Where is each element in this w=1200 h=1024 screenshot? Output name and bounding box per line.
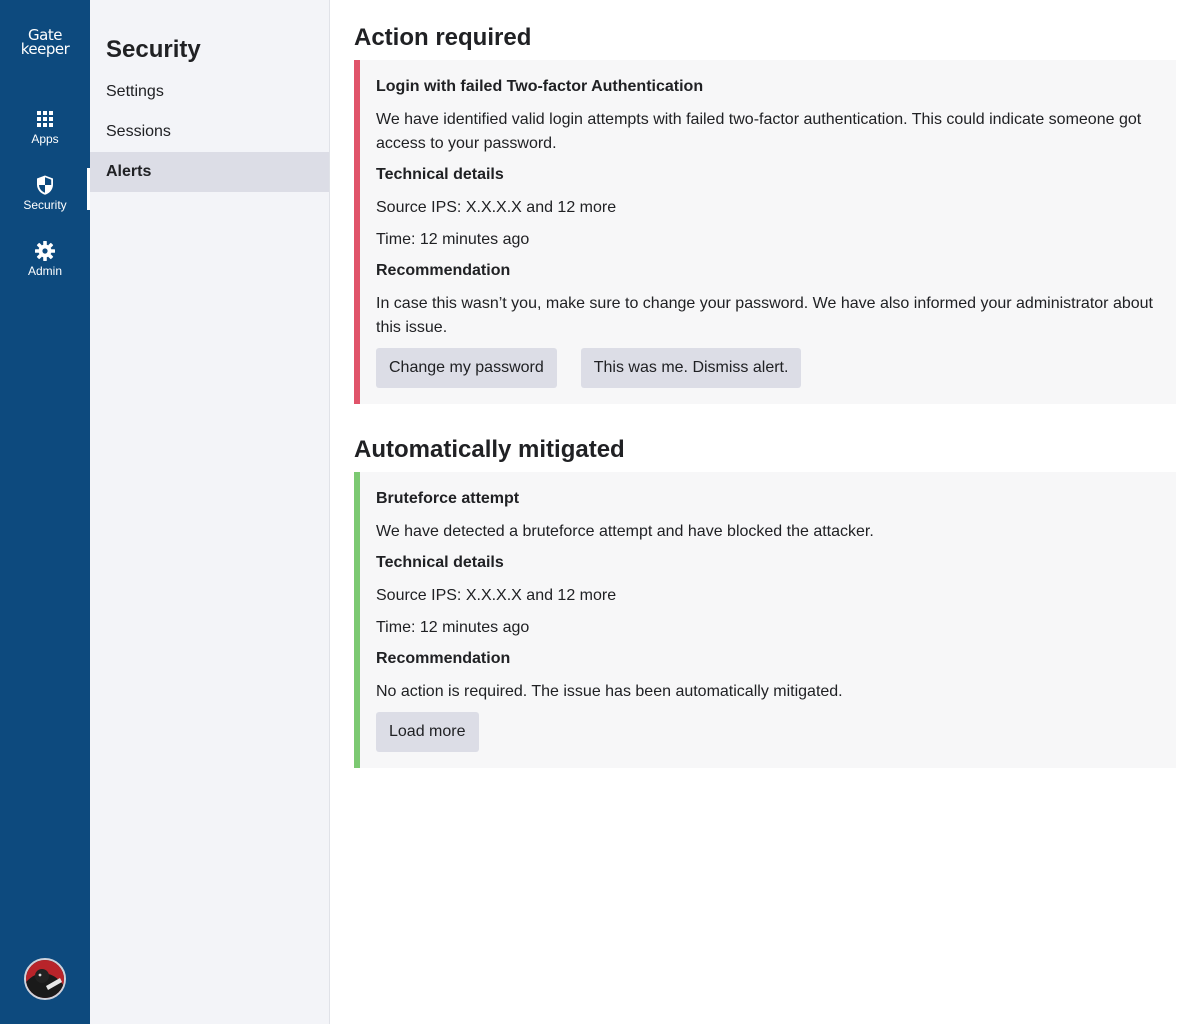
recommendation-text: In case this wasn’t you, make sure to ch… (376, 295, 1153, 336)
subnav-item-alerts[interactable]: Alerts (90, 152, 329, 192)
change-password-button[interactable]: Change my password (376, 348, 557, 388)
technical-details-heading: Technical details (376, 554, 504, 571)
gear-icon (35, 241, 55, 261)
rail-item-admin[interactable]: Admin (0, 240, 90, 286)
section-title-auto-mitigated: Automatically mitigated (354, 436, 625, 463)
primary-rail: Gate keeper Apps Security Admin (0, 0, 90, 1024)
rail-item-apps[interactable]: Apps (0, 108, 90, 154)
dismiss-alert-button[interactable]: This was me. Dismiss alert. (580, 348, 802, 388)
rail-item-label: Apps (31, 132, 59, 146)
alert-actions: Change my password This was me. Dismiss … (376, 348, 1160, 388)
recommendation-heading: Recommendation (376, 650, 511, 667)
load-more-button[interactable]: Load more (376, 712, 479, 752)
subnav-item-sessions[interactable]: Sessions (90, 112, 329, 152)
alert-description: We have identified valid login attempts … (376, 111, 1142, 152)
subnav-item-settings[interactable]: Settings (90, 72, 329, 112)
security-subnav: Security Settings Sessions Alerts (90, 0, 330, 1024)
alert-actions: Load more (376, 712, 1160, 752)
user-avatar[interactable] (24, 958, 66, 1000)
grid-icon (37, 111, 53, 127)
alert-card-bruteforce: Bruteforce attempt We have detected a br… (354, 472, 1176, 768)
time-text: Time: 12 minutes ago (376, 619, 530, 636)
rail-item-security[interactable]: Security (0, 168, 90, 220)
recommendation-heading: Recommendation (376, 262, 511, 279)
source-ips-text: Source IPS: X.X.X.X and 12 more (376, 587, 617, 604)
technical-details-heading: Technical details (376, 166, 504, 183)
source-ips-text: Source IPS: X.X.X.X and 12 more (376, 199, 617, 216)
alert-card-failed-2fa: Login with failed Two-factor Authenticat… (354, 60, 1176, 404)
logo-line-2: keeper (20, 40, 70, 58)
alert-title: Bruteforce attempt (376, 490, 520, 507)
rail-item-label: Admin (27, 264, 62, 278)
rail-item-label: Security (23, 198, 67, 212)
recommendation-text: No action is required. The issue has bee… (376, 683, 843, 700)
time-text: Time: 12 minutes ago (376, 231, 530, 248)
gatekeeper-logo[interactable]: Gate keeper (0, 28, 90, 58)
avatar-image (26, 960, 64, 998)
alert-title: Login with failed Two-factor Authenticat… (376, 78, 704, 95)
subnav-title: Security (106, 36, 201, 63)
alerts-main: Action required Login with failed Two-fa… (330, 0, 1200, 1024)
alert-description: We have detected a bruteforce attempt an… (376, 523, 874, 540)
shield-icon (37, 175, 53, 195)
section-title-action-required: Action required (354, 24, 532, 51)
app-root: Gate keeper Apps Security Admin Security… (0, 0, 1200, 1024)
